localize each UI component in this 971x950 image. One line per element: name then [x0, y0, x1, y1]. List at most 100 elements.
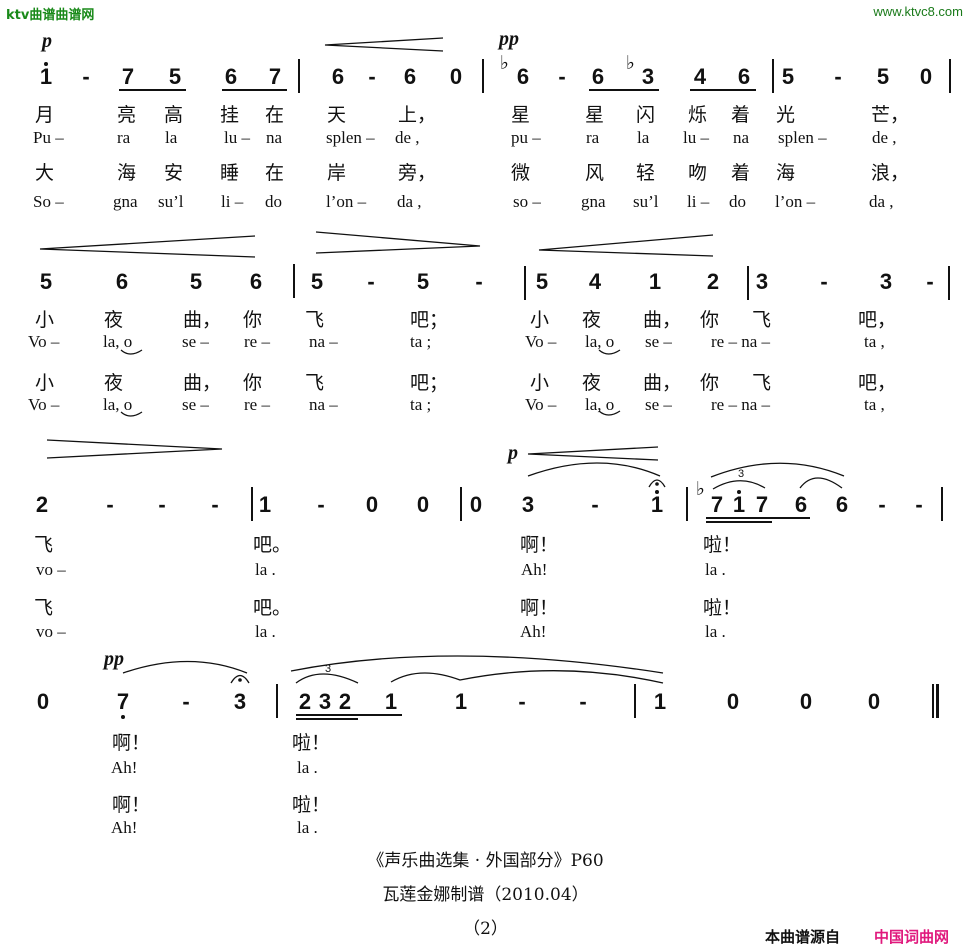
lyric-cn: 啦！ [292, 794, 331, 816]
barline [634, 684, 636, 718]
lyric-cn: 啊！ [520, 597, 559, 619]
dash: - [158, 492, 166, 517]
lyric-en: ta , [864, 395, 885, 414]
note: 2 [35, 492, 49, 517]
barline [686, 487, 688, 521]
note: 1 [384, 689, 398, 714]
lyric-cn: 你 [700, 372, 720, 394]
dash: - [915, 492, 923, 517]
octave-dot [737, 490, 741, 494]
dash: - [211, 492, 219, 517]
lyric-en: Vo – [28, 395, 60, 414]
fermata-dot [238, 678, 242, 682]
dash: - [591, 492, 599, 517]
rest: 0 [36, 689, 50, 714]
barline [460, 487, 462, 521]
lyric-en: la . [297, 758, 318, 777]
note: 3 [521, 492, 535, 517]
lyric-en: la . [255, 622, 276, 641]
dash: - [518, 689, 526, 714]
lyric-en: ta ; [410, 395, 432, 414]
note: 1 [650, 492, 664, 517]
lyric-cn: 小 [530, 372, 550, 394]
dash: - [106, 492, 114, 517]
fermata-arc [648, 479, 666, 488]
lyric-en: Ah! [521, 560, 548, 579]
slur [527, 462, 661, 477]
octave-dot [655, 490, 659, 494]
note: 7 [710, 492, 724, 517]
slur [290, 655, 664, 674]
slur [710, 462, 845, 478]
rest: 0 [416, 492, 430, 517]
dynamic-marking: p [508, 442, 518, 464]
note: 1 [454, 689, 468, 714]
underline-sixteenth [706, 521, 772, 523]
rest: 0 [799, 689, 813, 714]
lyric-cn: 夜 [104, 372, 124, 394]
barline [941, 487, 943, 521]
note: 6 [835, 492, 849, 517]
note: 3 [233, 689, 247, 714]
lyric-en: vo – [36, 560, 66, 579]
lyric-cn: 吧。 [253, 597, 292, 619]
lyric-en: na – [309, 395, 338, 414]
lyric-en: re – na – [711, 395, 771, 414]
lyric-cn: 吧。 [253, 534, 292, 556]
note: 1 [732, 492, 746, 517]
lyric-en: la, o [585, 395, 615, 414]
rest: 0 [365, 492, 379, 517]
lyric-cn: 夜 [582, 372, 602, 394]
tuplet-arc [295, 673, 359, 684]
source-site-link[interactable]: 中国词曲网 [874, 926, 949, 947]
lyric-cn: 小 [35, 372, 55, 394]
tuplet-number: 3 [325, 663, 332, 675]
flat-accidental: ♭ [696, 478, 705, 500]
lyric-en: Ah! [111, 818, 138, 837]
lyric-en: Vo – [525, 395, 557, 414]
lyric-cn: 曲， [183, 372, 222, 394]
rest: 0 [726, 689, 740, 714]
note: 6 [794, 492, 808, 517]
lyric-en: re – [244, 395, 270, 414]
lyric-cn: 啊！ [112, 732, 151, 754]
decrescendo-hairpin [46, 439, 223, 459]
underline-eighth [296, 714, 402, 716]
lyric-en: la . [705, 622, 726, 641]
tuplet-arc [712, 480, 766, 490]
final-barline-thin [932, 684, 934, 718]
lyric-en: se – [645, 395, 672, 414]
note: 7 [116, 689, 130, 714]
lyric-cn: 飞 [34, 597, 54, 619]
lyric-en: la . [705, 560, 726, 579]
tie [799, 477, 843, 489]
note: 1 [653, 689, 667, 714]
rest: 0 [867, 689, 881, 714]
dash: - [878, 492, 886, 517]
lyric-en: Ah! [520, 622, 547, 641]
underline-eighth [706, 517, 810, 519]
fermata-dot [655, 482, 659, 486]
lyric-cn: 啊！ [520, 534, 559, 556]
dash: - [317, 492, 325, 517]
lyric-en: Ah! [111, 758, 138, 777]
lyric-cn: 飞 [34, 534, 54, 556]
lyric-cn: 飞 [752, 372, 772, 394]
lyric-cn: 曲， [643, 372, 682, 394]
lyric-cn: 飞 [305, 372, 325, 394]
lyric-cn: 啊！ [112, 794, 151, 816]
dynamic-marking: pp [104, 648, 124, 670]
tuplet-number: 3 [738, 468, 745, 480]
lyric-cn: 吧； [410, 372, 449, 394]
lyric-cn: 啦！ [292, 732, 331, 754]
lyric-cn: 吧， [858, 372, 897, 394]
lyric-cn: 啦！ [703, 597, 742, 619]
lyric-en: la, o [103, 395, 133, 414]
lyric-en: vo – [36, 622, 66, 641]
final-barline-thick [936, 684, 939, 718]
dash: - [579, 689, 587, 714]
note: 7 [755, 492, 769, 517]
underline-sixteenth [296, 718, 358, 720]
note: 2 [338, 689, 352, 714]
fermata-arc [230, 674, 250, 684]
